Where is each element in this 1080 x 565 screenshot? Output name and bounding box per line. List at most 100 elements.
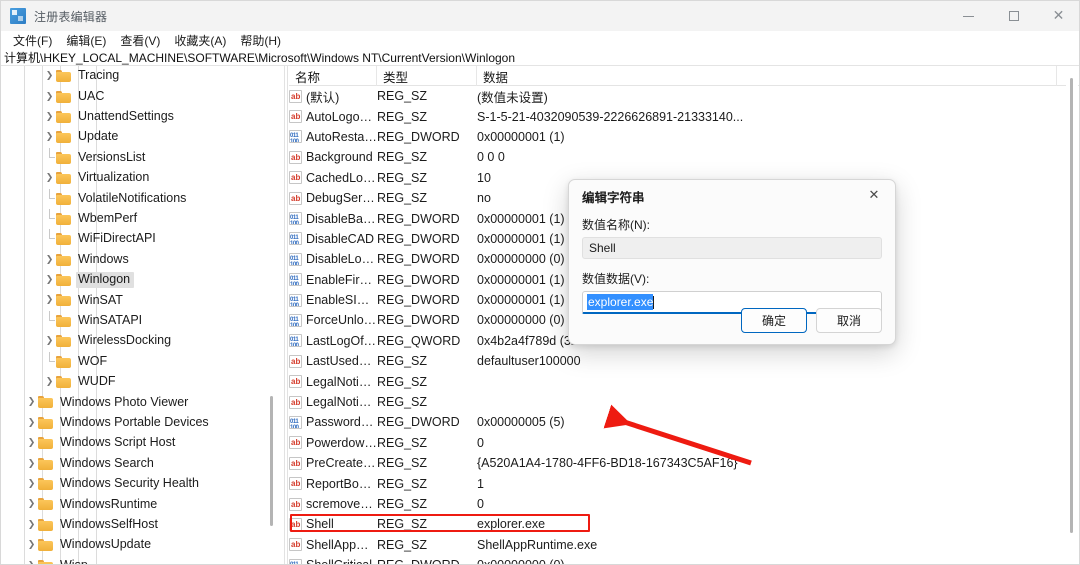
value-row[interactable]: ReportBootOkREG_SZ 1 (289, 473, 1079, 493)
pane-splitter[interactable] (284, 66, 288, 564)
menu-edit[interactable]: 编辑(E) (59, 31, 113, 50)
chevron-right-icon[interactable]: ❯ (43, 131, 56, 144)
folder-icon (56, 314, 71, 327)
folder-icon (56, 110, 71, 123)
tree-scrollbar-thumb[interactable] (270, 396, 273, 526)
value-row[interactable]: scremoveoptionREG_SZ 0 (289, 494, 1079, 514)
chevron-right-icon[interactable]: ❯ (25, 437, 38, 450)
close-button[interactable]: ✕ (1036, 1, 1079, 31)
maximize-button[interactable] (991, 1, 1036, 31)
chevron-right-icon[interactable]: ❯ (43, 110, 56, 123)
tree-item-winsatapi[interactable]: WinSATAPI (1, 310, 284, 331)
value-row[interactable]: Shell REG_SZ explorer.exe (289, 514, 1079, 534)
tree-item-wof[interactable]: WOF (1, 351, 284, 371)
value-row[interactable]: (默认) REG_SZ (数值未设置) (289, 86, 1079, 106)
value-row[interactable]: LegalNoticeTextREG_SZ (289, 392, 1079, 412)
column-header-name[interactable]: 名称 (289, 66, 377, 86)
tree-item-label: WindowsUpdate (60, 537, 152, 552)
tree-item-unattendsettings[interactable]: ❯ UnattendSettings (1, 107, 284, 127)
value-type-cell: REG_SZ (377, 456, 428, 471)
value-row[interactable]: PasswordExpir...REG_DWORD 0x00000005 (5) (289, 412, 1079, 432)
chevron-right-icon[interactable]: ❯ (43, 70, 56, 83)
value-row[interactable]: PreCreateKno...REG_SZ {A520A1A4-1780-4FF6… (289, 453, 1079, 473)
value-row[interactable]: LastUsedUsern...REG_SZ defaultuser100000 (289, 351, 1079, 371)
tree-item-windowsruntime[interactable]: ❯ WindowsRuntime (1, 494, 284, 514)
tree-scrollbar[interactable] (267, 66, 276, 564)
chevron-right-icon[interactable]: ❯ (43, 90, 56, 103)
chevron-right-icon[interactable]: ❯ (43, 294, 56, 307)
value-type-cell: REG_SZ (377, 476, 428, 491)
column-header-type[interactable]: 类型 (377, 66, 477, 86)
value-name-text: scremoveoption (306, 497, 377, 511)
chevron-right-icon[interactable]: ❯ (25, 416, 38, 429)
chevron-right-icon[interactable]: ❯ (25, 559, 38, 564)
value-row[interactable]: AutoLogonSIDREG_SZ S-1-5-21-4032090539-22… (289, 106, 1079, 126)
menu-favorites[interactable]: 收藏夹(A) (167, 31, 233, 50)
tree-item-windowsselfhost[interactable]: ❯ WindowsSelfHost (1, 515, 284, 535)
value-row[interactable]: ShellAppRunti...REG_SZ ShellAppRuntime.ex… (289, 535, 1079, 555)
tree-item-uac[interactable]: ❯ UAC (1, 86, 284, 106)
tree-item-windows-photo-viewer[interactable]: ❯ Windows Photo Viewer (1, 392, 284, 412)
tree-item-windows-portable-devices[interactable]: ❯ Windows Portable Devices (1, 413, 284, 433)
tree-item-tracing[interactable]: ❯ Tracing (1, 66, 284, 86)
tree-item-windows-search[interactable]: ❯ Windows Search (1, 453, 284, 473)
folder-icon (56, 212, 71, 225)
folder-icon (56, 376, 71, 389)
tree-item-volatilenotifications[interactable]: VolatileNotifications (1, 188, 284, 208)
tree-branch-line (43, 147, 56, 168)
chevron-right-icon[interactable]: ❯ (43, 253, 56, 266)
tree-item-windowsupdate[interactable]: ❯ WindowsUpdate (1, 535, 284, 555)
tree-item-wifidirectapi[interactable]: WiFiDirectAPI (1, 229, 284, 249)
chevron-right-icon[interactable]: ❯ (25, 498, 38, 511)
menu-help[interactable]: 帮助(H) (233, 31, 288, 50)
address-bar[interactable]: 计算机\HKEY_LOCAL_MACHINE\SOFTWARE\Microsof… (1, 49, 1079, 66)
value-type-cell: REG_DWORD (377, 272, 460, 287)
chevron-right-icon[interactable]: ❯ (43, 376, 56, 389)
menu-file[interactable]: 文件(F) (6, 31, 59, 50)
menu-view[interactable]: 查看(V) (113, 31, 167, 50)
value-row[interactable]: ShellCritical REG_DWORD0x00000000 (0) (289, 555, 1079, 564)
tree-item-label: WiFiDirectAPI (78, 231, 156, 246)
tree-item-virtualization[interactable]: ❯ Virtualization (1, 168, 284, 188)
tree-item-windows-script-host[interactable]: ❯ Windows Script Host (1, 433, 284, 453)
minimize-button[interactable] (946, 1, 991, 31)
tree-item-winlogon[interactable]: ❯ Winlogon (1, 270, 284, 290)
column-header-data[interactable]: 数据 (477, 66, 1057, 86)
chevron-right-icon[interactable]: ❯ (43, 335, 56, 348)
tree-item-wbemperf[interactable]: WbemPerf (1, 208, 284, 229)
chevron-right-icon[interactable]: ❯ (25, 457, 38, 470)
chevron-right-icon[interactable]: ❯ (43, 274, 56, 287)
folder-icon (56, 172, 71, 185)
tree-item-wudf[interactable]: ❯ WUDF (1, 372, 284, 392)
chevron-right-icon[interactable]: ❯ (25, 396, 38, 409)
tree-item-windows-security-health[interactable]: ❯ Windows Security Health (1, 474, 284, 494)
value-row[interactable]: LegalNoticeCa...REG_SZ (289, 371, 1079, 391)
tree-item-winsat[interactable]: ❯ WinSAT (1, 290, 284, 310)
chevron-right-icon[interactable]: ❯ (25, 518, 38, 531)
tree-item-wirelessdocking[interactable]: ❯ WirelessDocking (1, 331, 284, 351)
ok-button[interactable]: 确定 (741, 308, 807, 333)
value-name-text: CachedLogons... (306, 170, 377, 185)
cancel-button[interactable]: 取消 (816, 308, 882, 333)
list-scrollbar-thumb[interactable] (1070, 78, 1073, 533)
value-row[interactable]: PowerdownAft...REG_SZ 0 (289, 433, 1079, 453)
value-row[interactable]: AutoRestartShellREG_DWORD 0x00000001 (1) (289, 127, 1079, 147)
dialog-close-icon[interactable]: ✕ (853, 180, 895, 211)
folder-icon (38, 559, 53, 564)
registry-tree-pane[interactable]: ❯ Tracing ❯ UAC ❯ UnattendSettings ❯ Update Vers… (1, 66, 284, 564)
folder-icon (56, 274, 71, 287)
tree-item-update[interactable]: ❯ Update (1, 127, 284, 147)
chevron-right-icon[interactable]: ❯ (25, 539, 38, 552)
tree-item-wisp[interactable]: ❯ Wisp (1, 555, 284, 564)
folder-icon (56, 253, 71, 266)
chevron-right-icon[interactable]: ❯ (25, 478, 38, 491)
tree-item-versionslist[interactable]: VersionsList (1, 147, 284, 168)
chevron-right-icon[interactable]: ❯ (43, 172, 56, 185)
string-value-icon (289, 477, 302, 491)
value-row[interactable]: Background REG_SZ 0 0 0 (289, 147, 1079, 167)
value-name-input[interactable]: Shell (582, 237, 882, 259)
folder-icon (56, 131, 71, 144)
value-name-cell: scremoveoption (289, 497, 377, 511)
tree-item-windows[interactable]: ❯ Windows (1, 250, 284, 270)
list-scrollbar[interactable] (1066, 66, 1078, 564)
